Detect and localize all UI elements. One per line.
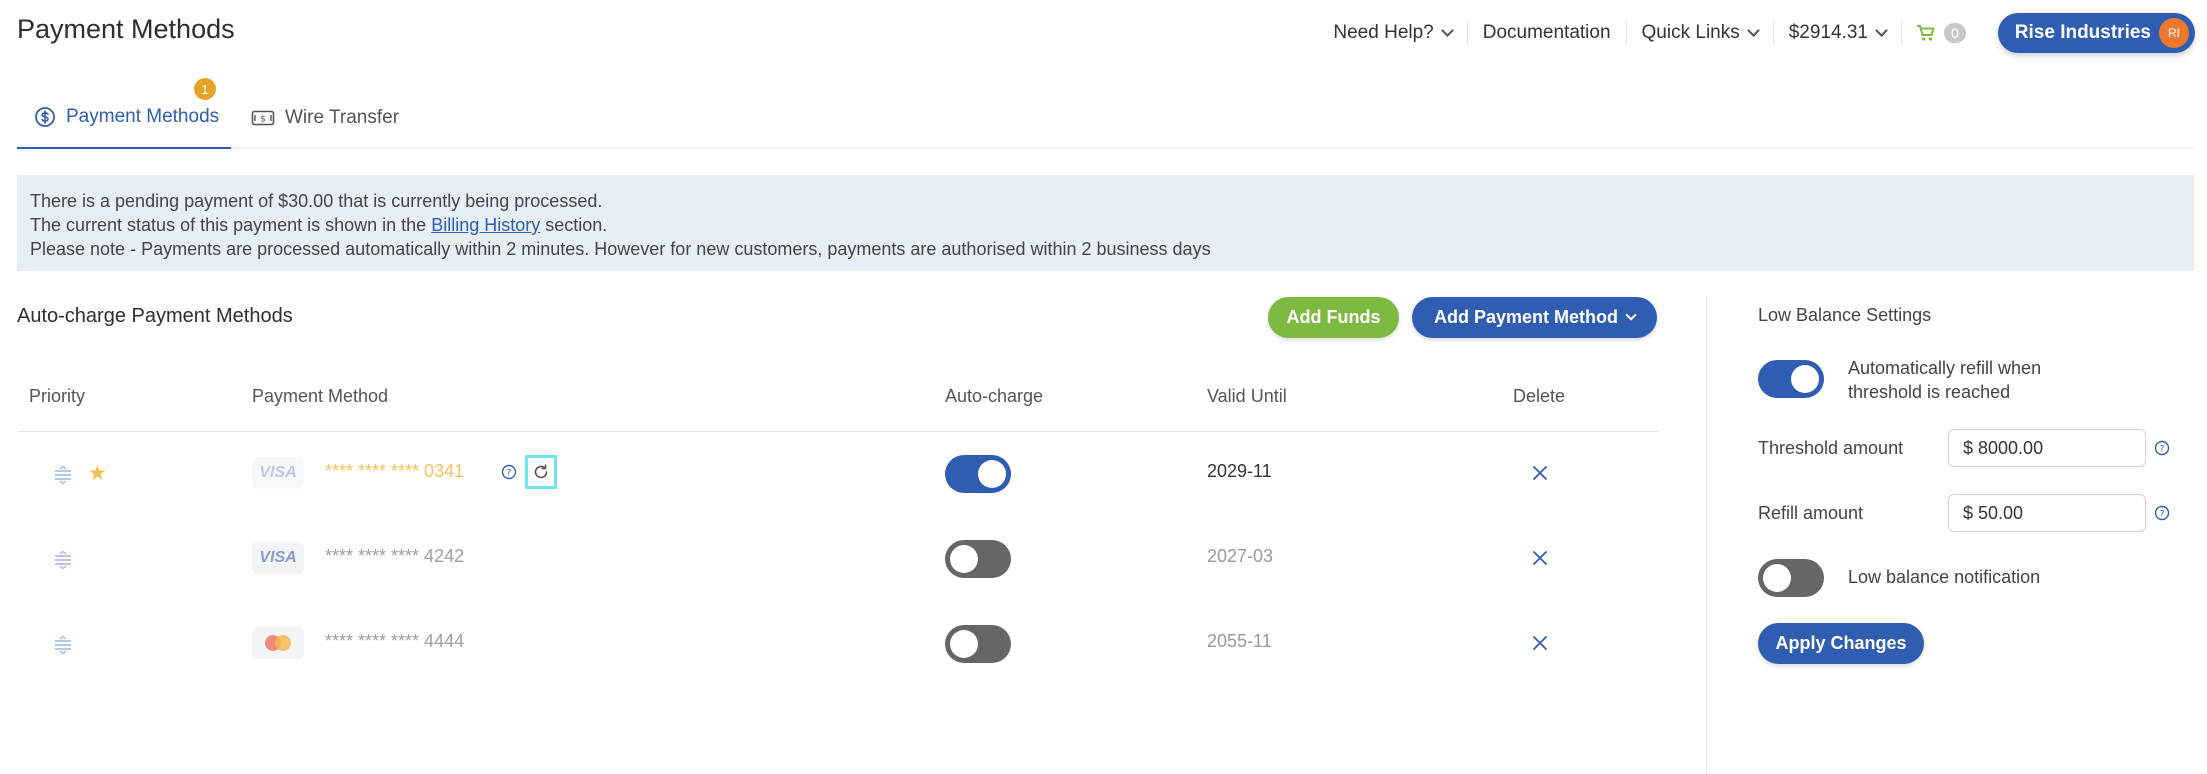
- table-row: ★ VISA **** **** **** 0341 ? 2029-11: [17, 433, 1658, 517]
- alert-line-2-text: The current status of this payment is sh…: [30, 215, 432, 235]
- column-header-delete: Delete: [1513, 386, 1566, 406]
- threshold-label: Threshold amount: [1758, 438, 1904, 458]
- refill-amount-input[interactable]: $ 50.00: [1948, 494, 2146, 532]
- refill-label: Refill amount: [1758, 503, 1864, 523]
- column-header-priority: Priority: [29, 386, 86, 406]
- auto-refill-label: Automatically refill when threshold is r…: [1848, 356, 2041, 404]
- drag-handle-icon[interactable]: [53, 466, 73, 484]
- valid-until: 2055-11: [1207, 631, 1272, 651]
- add-payment-method-button[interactable]: Add Payment Method: [1412, 297, 1657, 338]
- cart-count-badge: 0: [1943, 23, 1966, 43]
- toggle-knob: [978, 460, 1006, 488]
- svg-text:?: ?: [2160, 445, 2165, 455]
- add-payment-method-label: Add Payment Method: [1433, 307, 1618, 327]
- svg-text:$: $: [260, 114, 266, 124]
- valid-until: 2027-03: [1207, 546, 1274, 566]
- card-number: **** **** **** 4444: [325, 631, 465, 651]
- tab-payment-methods-label: Payment Methods: [66, 105, 220, 127]
- tab-bar: Payment Methods 1 $ Wire Transfer: [17, 78, 2194, 149]
- tab-wire-transfer-label: Wire Transfer: [285, 106, 400, 128]
- autocharge-toggle[interactable]: [945, 455, 1011, 493]
- auto-refill-label-line-2: threshold is reached: [1848, 382, 2011, 402]
- banknote-icon: $: [251, 110, 275, 125]
- cart-icon: [1916, 25, 1935, 41]
- table-header: Priority Payment Method Auto-charge Vali…: [17, 372, 1658, 432]
- toggle-knob: [950, 545, 978, 573]
- visa-card-icon: VISA: [252, 542, 304, 574]
- page-title: Payment Methods: [17, 14, 235, 44]
- documentation-link[interactable]: Documentation: [1468, 21, 1627, 45]
- quick-links-label: Quick Links: [1641, 22, 1740, 43]
- delete-icon[interactable]: [1530, 463, 1550, 483]
- column-header-autocharge: Auto-charge: [945, 386, 1044, 406]
- pending-payment-alert: There is a pending payment of $30.00 tha…: [17, 175, 2194, 271]
- account-button[interactable]: Rise Industries RI: [1997, 13, 2195, 53]
- need-help-dropdown[interactable]: Need Help?: [1318, 21, 1468, 45]
- card-number: **** **** **** 0341: [325, 461, 465, 481]
- autocharge-toggle[interactable]: [945, 625, 1011, 663]
- low-balance-notification-label: Low balance notification: [1848, 567, 2041, 587]
- account-name: Rise Industries: [2014, 22, 2151, 43]
- section-title-low-balance: Low Balance Settings: [1758, 305, 1932, 325]
- auto-refill-label-line-1: Automatically refill when: [1848, 358, 2042, 378]
- billing-history-link[interactable]: Billing History: [431, 215, 540, 235]
- section-divider: [1706, 297, 1707, 774]
- low-balance-notification-toggle[interactable]: [1758, 559, 1824, 597]
- delete-icon[interactable]: [1530, 633, 1550, 653]
- apply-changes-button[interactable]: Apply Changes: [1758, 623, 1924, 664]
- section-title-autocharge: Auto-charge Payment Methods: [17, 305, 293, 327]
- alert-line-3: Please note - Payments are processed aut…: [30, 239, 1211, 259]
- balance-dropdown[interactable]: $2914.31: [1774, 21, 1902, 45]
- valid-until: 2029-11: [1207, 461, 1272, 481]
- top-navigation: Need Help? Documentation Quick Links $29…: [1318, 13, 2195, 53]
- column-header-payment-method: Payment Method: [252, 386, 389, 406]
- avatar: RI: [2159, 18, 2189, 48]
- column-header-valid-until: Valid Until: [1207, 386, 1287, 406]
- tab-payment-methods[interactable]: Payment Methods 1: [17, 78, 231, 149]
- auto-refill-toggle[interactable]: [1758, 360, 1824, 398]
- card-number: **** **** **** 4242: [325, 546, 465, 566]
- help-icon[interactable]: ?: [501, 464, 517, 480]
- delete-icon[interactable]: [1530, 548, 1550, 568]
- drag-handle-icon[interactable]: [53, 551, 73, 569]
- need-help-label: Need Help?: [1333, 22, 1434, 43]
- drag-handle-icon[interactable]: [53, 636, 73, 654]
- threshold-amount-input[interactable]: $ 8000.00: [1948, 429, 2146, 467]
- mastercard-icon: [252, 627, 304, 659]
- visa-card-icon: VISA: [252, 457, 304, 489]
- svg-text:?: ?: [2160, 510, 2165, 520]
- quick-links-dropdown[interactable]: Quick Links: [1627, 21, 1774, 45]
- balance-amount: $2914.31: [1788, 22, 1868, 43]
- chevron-down-icon: [1746, 24, 1760, 37]
- primary-star-icon: ★: [88, 462, 107, 485]
- alert-line-1: There is a pending payment of $30.00 tha…: [30, 191, 603, 211]
- toggle-knob: [1763, 564, 1791, 592]
- svg-text:?: ?: [507, 469, 512, 479]
- autocharge-toggle[interactable]: [945, 540, 1011, 578]
- documentation-label: Documentation: [1482, 22, 1611, 43]
- chevron-down-icon: [1875, 24, 1888, 37]
- cart-button[interactable]: 0: [1902, 23, 1980, 43]
- refresh-icon: [534, 464, 548, 479]
- refresh-button[interactable]: [525, 455, 557, 489]
- chevron-down-icon: [1625, 309, 1637, 321]
- toggle-knob: [1791, 365, 1819, 393]
- alert-line-2-suffix: section.: [540, 215, 608, 235]
- alert-line-2: The current status of this payment is sh…: [30, 213, 2181, 237]
- help-icon[interactable]: ?: [2154, 440, 2170, 456]
- dollar-circle-icon: [35, 106, 55, 127]
- add-funds-button[interactable]: Add Funds: [1268, 297, 1399, 338]
- table-row: VISA **** **** **** 4242 2027-03: [17, 518, 1658, 602]
- toggle-knob: [950, 630, 978, 658]
- help-icon[interactable]: ?: [2154, 505, 2170, 521]
- table-row: **** **** **** 4444 2055-11: [17, 603, 1658, 687]
- notification-badge: 1: [194, 78, 216, 100]
- tab-wire-transfer[interactable]: $ Wire Transfer: [251, 86, 399, 149]
- mastercard-circles-icon: [265, 635, 291, 651]
- chevron-down-icon: [1440, 24, 1454, 37]
